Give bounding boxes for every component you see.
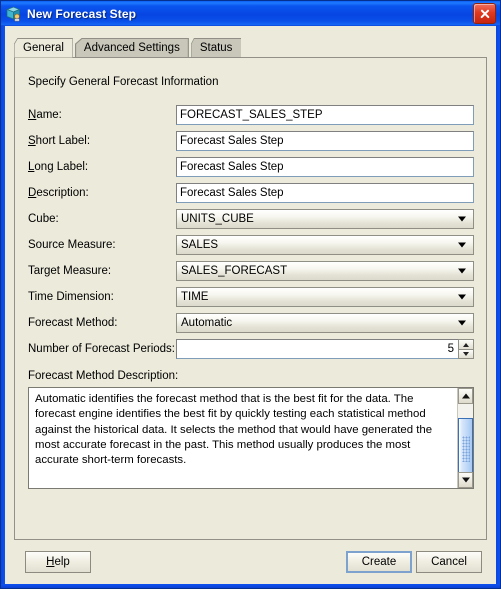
help-button-rest: elp <box>54 556 70 568</box>
scroll-down-icon[interactable] <box>458 472 473 488</box>
combo-target-measure-value: SALES_FORECAST <box>181 265 288 277</box>
combo-source-measure-value: SALES <box>181 239 219 251</box>
tab-strip: General Advanced Settings Status <box>14 37 487 58</box>
input-name[interactable] <box>176 105 474 125</box>
forecast-method-description-label: Forecast Method Description: <box>28 370 179 382</box>
field-row-long-label: Long Label: <box>15 156 486 182</box>
chevron-down-icon <box>458 216 466 222</box>
field-row-forecast-method: Forecast Method: Automatic <box>15 312 486 338</box>
label-name-rest: ame: <box>36 109 62 121</box>
label-target-measure: Target Measure: <box>28 265 112 277</box>
tab-advanced-settings[interactable]: Advanced Settings <box>74 38 189 58</box>
combo-forecast-method[interactable]: Automatic <box>176 313 474 333</box>
cancel-button[interactable]: Cancel <box>416 551 482 573</box>
create-button[interactable]: Create <box>346 551 412 573</box>
label-time-dimension: Time Dimension: <box>28 291 114 303</box>
label-long-label-rest: ong Label: <box>34 161 89 173</box>
scroll-up-icon[interactable] <box>458 388 473 404</box>
tab-general-label: General <box>23 42 64 54</box>
chevron-down-icon <box>458 242 466 248</box>
combo-cube-value: UNITS_CUBE <box>181 213 254 225</box>
scrollbar-thumb[interactable] <box>458 418 473 480</box>
field-row-time-dimension: Time Dimension: TIME <box>15 286 486 312</box>
combo-cube[interactable]: UNITS_CUBE <box>176 209 474 229</box>
spinner-up-icon[interactable] <box>458 339 474 349</box>
section-title: Specify General Forecast Information <box>28 76 219 88</box>
field-row-cube: Cube: UNITS_CUBE <box>15 208 486 234</box>
field-row-source-measure: Source Measure: SALES <box>15 234 486 260</box>
input-long-label[interactable] <box>176 157 474 177</box>
tab-advanced-settings-label: Advanced Settings <box>83 42 180 54</box>
chevron-down-icon <box>458 320 466 326</box>
cube-forecast-icon <box>5 5 22 22</box>
forecast-method-description-text: Automatic identifies the forecast method… <box>35 393 433 467</box>
window-frame-bottom <box>1 584 500 588</box>
label-short-label-rest: hort Label: <box>35 135 91 147</box>
spinner-forecast-periods-input[interactable] <box>176 339 458 359</box>
combo-source-measure[interactable]: SALES <box>176 235 474 255</box>
form-fields: Name: Short Label: Long La <box>15 104 486 364</box>
client-area: General Advanced Settings Status Specify… <box>5 26 496 584</box>
combo-time-dimension-value: TIME <box>181 291 209 303</box>
input-short-label[interactable] <box>176 131 474 151</box>
input-description[interactable] <box>176 183 474 203</box>
chevron-down-icon <box>458 268 466 274</box>
spinner-forecast-periods[interactable] <box>176 339 474 359</box>
field-row-description: Description: <box>15 182 486 208</box>
description-scrollbar[interactable] <box>457 388 473 488</box>
tab-status[interactable]: Status <box>190 38 242 58</box>
tab-general[interactable]: General <box>14 38 73 58</box>
scrollbar-track[interactable] <box>458 404 473 480</box>
general-tab-panel: Specify General Forecast Information Nam… <box>14 57 487 540</box>
window-frame-right <box>496 26 500 588</box>
label-description-rest: escription: <box>36 187 89 199</box>
label-name: Name: <box>28 104 62 126</box>
scrollbar-grip-icon <box>461 436 470 462</box>
help-button[interactable]: Help <box>25 551 91 573</box>
spinner-down-icon[interactable] <box>458 349 474 359</box>
spinner-buttons <box>458 339 474 359</box>
forecast-method-description-box[interactable]: Automatic identifies the forecast method… <box>28 387 474 489</box>
mnemonic-letter: S <box>28 135 36 147</box>
mnemonic-letter: H <box>46 556 55 568</box>
window-title: New Forecast Step <box>27 6 137 21</box>
dialog-button-bar: Help Create Cancel <box>5 540 496 584</box>
chevron-down-icon <box>458 294 466 300</box>
combo-time-dimension[interactable]: TIME <box>176 287 474 307</box>
title-bar: New Forecast Step <box>1 1 500 26</box>
field-row-short-label: Short Label: <box>15 130 486 156</box>
label-forecast-method: Forecast Method: <box>28 317 118 329</box>
combo-forecast-method-value: Automatic <box>181 317 233 329</box>
label-forecast-periods: Number of Forecast Periods: <box>28 343 176 355</box>
tab-status-label: Status <box>199 42 233 54</box>
label-source-measure: Source Measure: <box>28 239 116 251</box>
label-long-label: Long Label: <box>28 156 88 178</box>
combo-target-measure[interactable]: SALES_FORECAST <box>176 261 474 281</box>
field-row-target-measure: Target Measure: SALES_FORECAST <box>15 260 486 286</box>
label-description: Description: <box>28 182 89 204</box>
label-short-label: Short Label: <box>28 130 90 152</box>
field-row-forecast-periods: Number of Forecast Periods: <box>15 338 486 364</box>
close-icon[interactable] <box>473 3 496 24</box>
field-row-name: Name: <box>15 104 486 130</box>
dialog-window: New Forecast Step General Advanced Setti… <box>0 0 501 589</box>
label-cube: Cube: <box>28 213 59 225</box>
